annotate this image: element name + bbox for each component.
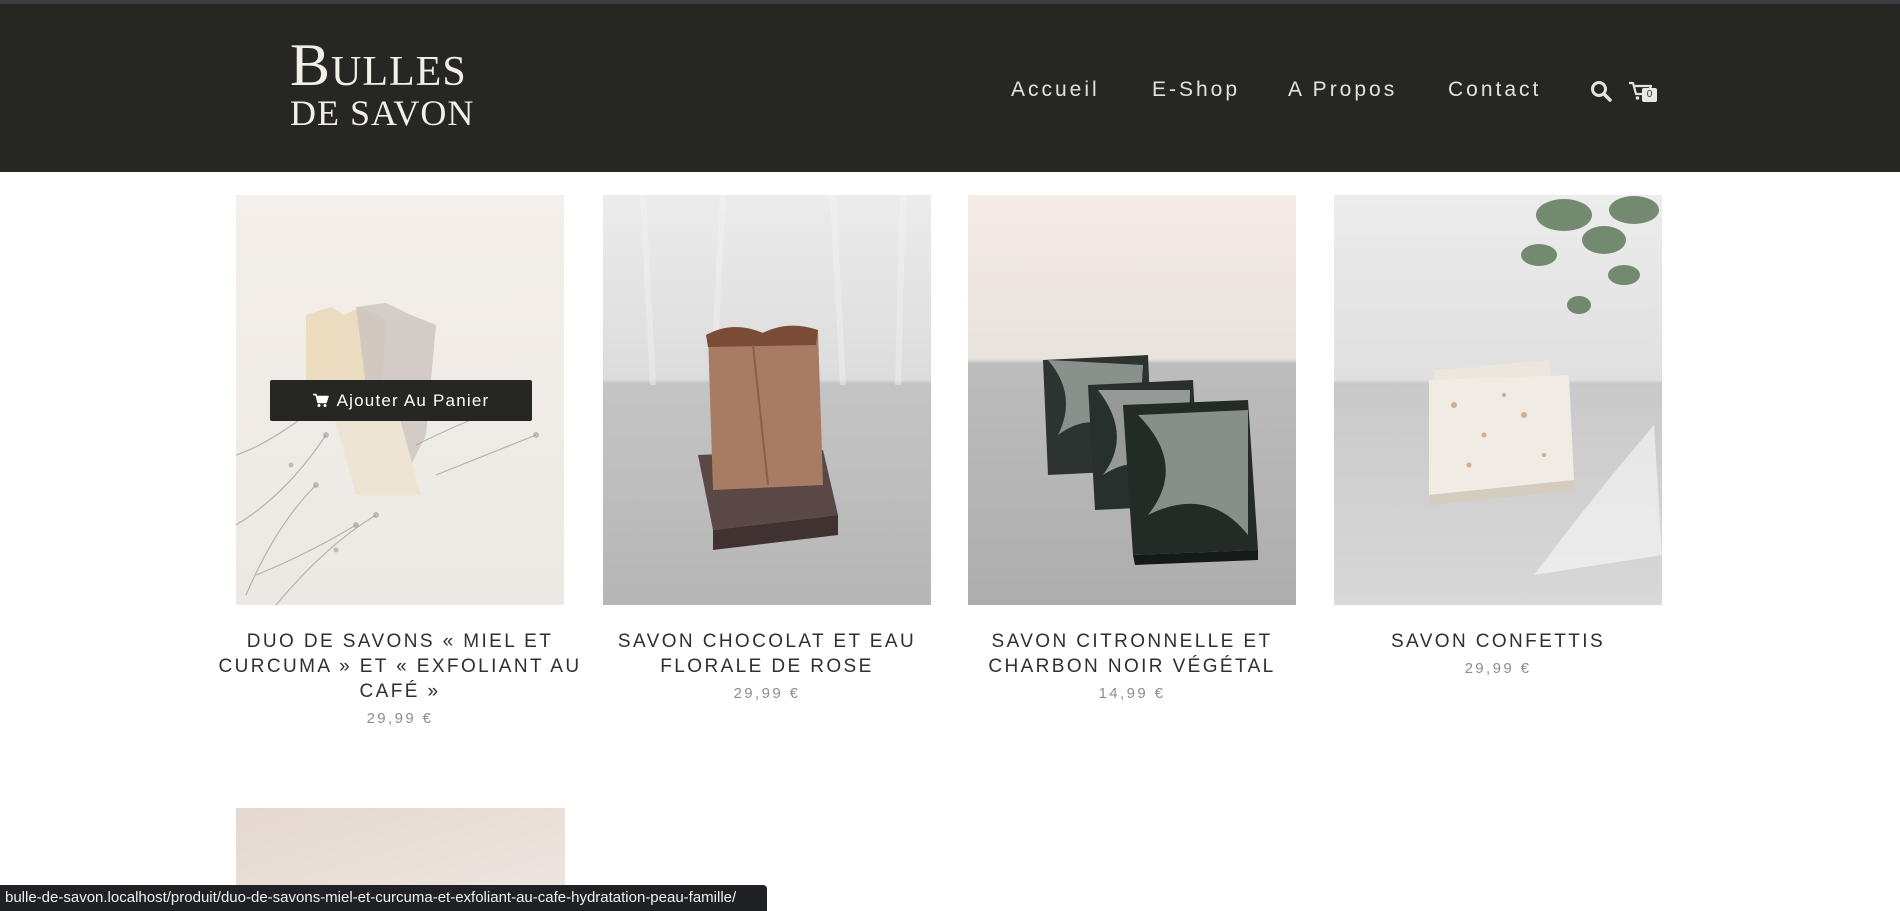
- product-image-chocolat[interactable]: [603, 195, 931, 605]
- product-image-confettis[interactable]: [1334, 195, 1662, 605]
- product-price-chocolat: 29,99 €: [733, 685, 801, 702]
- add-to-cart-label: Ajouter Au Panier: [336, 390, 490, 410]
- search-icon[interactable]: [1590, 80, 1614, 104]
- add-to-cart-button[interactable]: Ajouter Au Panier: [270, 380, 532, 421]
- product-title-line: SAVON CONFETTIS: [1390, 631, 1606, 652]
- product-title-line: CAFÉ »: [359, 681, 441, 702]
- product-price-citronnelle: 14,99 €: [1098, 685, 1166, 702]
- nav-item-contact[interactable]: Contact: [1448, 78, 1541, 102]
- cart-button[interactable]: 0: [1628, 80, 1662, 106]
- product-title-line: SAVON CITRONNELLE ET: [991, 631, 1273, 652]
- product-title-line: CURCUMA » ET « EXFOLIANT AU: [218, 656, 582, 677]
- product-title-citronnelle[interactable]: SAVON CITRONNELLE ET CHARBON NOIR VÉGÉTA…: [968, 629, 1296, 679]
- product-title-line: FLORALE DE ROSE: [660, 656, 874, 677]
- nav-item-accueil[interactable]: Accueil: [1011, 78, 1100, 102]
- product-title-duo[interactable]: DUO DE SAVONS « MIEL ET CURCUMA » ET « E…: [216, 629, 584, 704]
- product-image-citronnelle[interactable]: [968, 195, 1296, 605]
- browser-status-url: bulle-de-savon.localhost/produit/duo-de-…: [0, 885, 767, 911]
- product-title-line: DUO DE SAVONS « MIEL ET: [246, 631, 554, 652]
- product-title-line: CHARBON NOIR VÉGÉTAL: [988, 656, 1276, 677]
- nav-item-a-propos[interactable]: A Propos: [1288, 78, 1397, 102]
- site-header: Bulles de savon Accueil E-Shop A Propos …: [0, 4, 1900, 172]
- nav-item-e-shop[interactable]: E-Shop: [1152, 78, 1240, 102]
- brand-logo-line2: de savon: [290, 93, 475, 133]
- brand-logo[interactable]: Bulles de savon: [290, 34, 500, 132]
- cart-icon: [312, 393, 329, 407]
- product-title-chocolat[interactable]: SAVON CHOCOLAT ET EAU FLORALE DE ROSE: [603, 629, 931, 679]
- product-price-confettis: 29,99 €: [1464, 660, 1532, 677]
- brand-logo-line1: Bulles: [290, 32, 467, 98]
- product-price-duo: 29,99 €: [366, 710, 434, 727]
- product-title-line: SAVON CHOCOLAT ET EAU: [617, 631, 917, 652]
- product-title-confettis[interactable]: SAVON CONFETTIS: [1334, 629, 1662, 654]
- cart-count-badge: 0: [1642, 88, 1657, 102]
